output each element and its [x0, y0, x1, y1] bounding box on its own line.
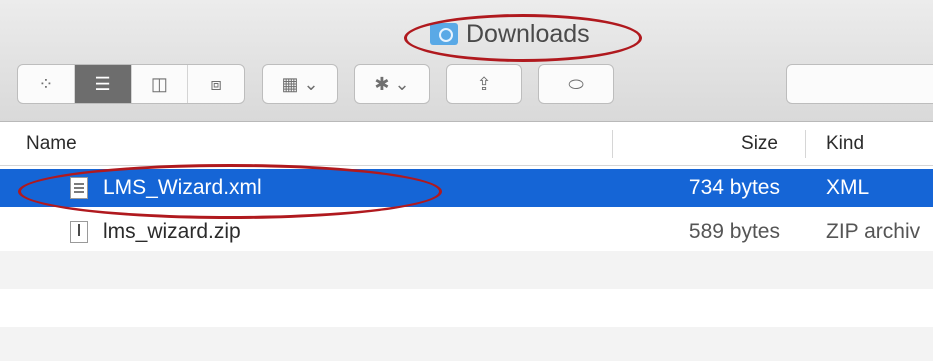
file-kind: XML	[826, 176, 870, 199]
file-kind: ZIP archiv	[826, 220, 921, 243]
cover-flow-view-button[interactable]: ⧈	[188, 65, 244, 103]
column-divider	[805, 130, 806, 158]
column-header-kind[interactable]: Kind	[826, 122, 864, 165]
window-toolbar: Downloads ⁘ ☰ ◫ ⧈ ▦ ⌄ ✱ ⌄ ⇪ ⬭	[0, 0, 933, 122]
column-header-name[interactable]: Name	[26, 122, 77, 165]
view-mode-segmented-control: ⁘ ☰ ◫ ⧈	[17, 64, 245, 104]
column-view-button[interactable]: ◫	[132, 65, 189, 103]
search-field[interactable]	[786, 64, 933, 104]
file-row[interactable]: LMS_Wizard.xml 734 bytes XML	[0, 169, 933, 207]
arrange-button[interactable]: ▦ ⌄	[262, 64, 338, 104]
zip-archive-icon	[70, 221, 88, 243]
column-view-icon: ◫	[150, 73, 168, 94]
empty-row	[0, 327, 933, 361]
column-header-size[interactable]: Size	[741, 122, 778, 165]
share-icon: ⇪	[476, 73, 492, 94]
file-size: 734 bytes	[688, 176, 780, 199]
xml-document-icon	[70, 177, 88, 199]
action-button[interactable]: ✱ ⌄	[354, 64, 430, 104]
cover-flow-view-icon: ⧈	[210, 73, 222, 94]
icon-view-icon: ⁘	[38, 73, 54, 94]
tags-button[interactable]: ⬭	[538, 64, 614, 104]
icon-view-button[interactable]: ⁘	[18, 65, 75, 103]
column-header: Name Size Kind	[0, 122, 933, 166]
downloads-folder-icon	[430, 23, 458, 45]
column-divider	[612, 130, 613, 158]
list-view-button[interactable]: ☰	[74, 65, 132, 103]
window-title-text: Downloads	[466, 19, 590, 48]
file-size: 589 bytes	[688, 220, 780, 243]
empty-row	[0, 251, 933, 289]
arrange-icon: ▦ ⌄	[281, 73, 319, 94]
tag-icon: ⬭	[568, 73, 584, 94]
empty-row	[0, 289, 933, 327]
file-name: LMS_Wizard.xml	[103, 176, 262, 199]
list-view-icon: ☰	[94, 73, 111, 94]
file-name: lms_wizard.zip	[103, 220, 241, 243]
gear-icon: ✱ ⌄	[374, 73, 410, 94]
share-button[interactable]: ⇪	[446, 64, 522, 104]
file-row[interactable]: lms_wizard.zip 589 bytes ZIP archiv	[0, 213, 933, 251]
window-title: Downloads	[430, 18, 590, 50]
